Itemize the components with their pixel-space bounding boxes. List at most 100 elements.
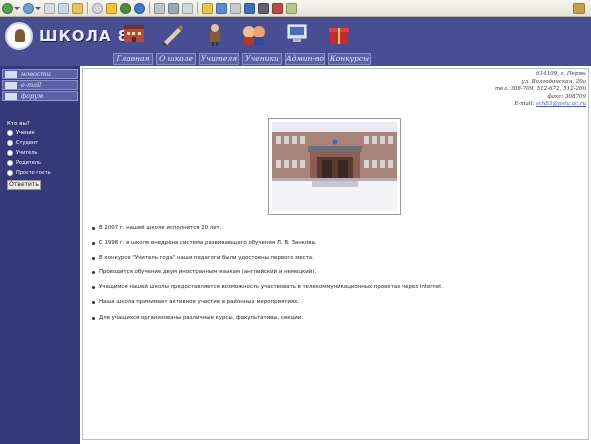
email-label: E-mail: — [514, 101, 535, 107]
list-item: Учащимся нашей школы предоставляется воз… — [92, 284, 443, 291]
nav-students[interactable]: Ученики — [242, 53, 282, 65]
email-link[interactable]: sch83@pstu.ac.ru — [536, 101, 586, 107]
radio-button[interactable] — [7, 160, 13, 166]
messenger-icon[interactable] — [216, 2, 227, 14]
list-item-text: С 1998 г. в школе внедрена система разви… — [99, 240, 317, 246]
folder-icon[interactable] — [202, 2, 213, 14]
filter-icon[interactable] — [230, 2, 241, 14]
bell-icon — [15, 29, 25, 42]
contact-block: 614109, г. Пермь ул. Волгодонская, 20а т… — [495, 71, 586, 109]
pen-icon[interactable] — [160, 22, 184, 46]
students-icon[interactable] — [242, 22, 266, 46]
calculator-icon[interactable] — [258, 2, 269, 14]
browser-window: { "site": { "logo_text": "ШКОЛА 83" }, "… — [0, 0, 591, 444]
radio-button[interactable] — [7, 150, 13, 156]
forward-icon[interactable] — [23, 2, 34, 14]
list-item: С 1998 г. в школе внедрена система разви… — [92, 240, 316, 247]
media-icon[interactable] — [120, 2, 131, 14]
favorites-icon[interactable] — [106, 2, 117, 14]
forward-dropdown-icon[interactable] — [35, 6, 41, 10]
bullet-icon — [92, 317, 95, 320]
bullet-icon — [92, 301, 95, 304]
bullet-icon — [92, 227, 95, 230]
radio-button[interactable] — [7, 170, 13, 176]
sidebar-item-label: новости — [21, 70, 51, 78]
bullet-icon — [92, 286, 95, 289]
bullet-icon — [92, 257, 95, 260]
history-icon[interactable] — [134, 2, 145, 14]
phone-line: тел. 308-709, 512-672, 512-260 — [494, 86, 586, 92]
list-item-text: Для учащихся организованы различные курс… — [99, 315, 303, 321]
mail-icon[interactable] — [154, 2, 165, 14]
sidebar-item-news[interactable]: новости — [2, 69, 78, 79]
list-item-text: Проводится обучение двум иностранным язы… — [99, 269, 317, 275]
poll-option-label: Ученик — [16, 130, 35, 136]
stop-icon[interactable] — [44, 2, 55, 14]
toolbar-separator — [87, 2, 88, 14]
sidebar-item-label: e-mail — [21, 81, 42, 89]
word-icon[interactable] — [244, 2, 255, 14]
gift-icon[interactable] — [327, 22, 351, 46]
school-photo-frame — [268, 118, 401, 215]
school-building-icon[interactable] — [122, 22, 146, 46]
radio-button[interactable] — [7, 130, 13, 136]
poll-submit-button[interactable]: Ответить — [7, 180, 41, 190]
poll-option-label: Студент — [16, 140, 39, 146]
list-item: В 2007 г. нашей школе исполнится 20 лет. — [92, 225, 221, 232]
poll-question: Кто вы? — [7, 121, 30, 127]
email-line: E-mail: sch83@pstu.ac.ru — [495, 101, 586, 109]
sidebar-item-email[interactable]: e-mail — [2, 80, 78, 90]
poll-option-pupil[interactable]: Ученик — [7, 129, 35, 137]
nav-teachers[interactable]: Учителя — [199, 53, 239, 65]
school-building-photo — [272, 122, 397, 211]
newspaper-icon — [5, 71, 17, 78]
list-item: Проводится обучение двум иностранным язы… — [92, 269, 316, 276]
list-item-text: Наша школа принимает активное участие в … — [99, 299, 300, 305]
people-icon[interactable] — [272, 2, 283, 14]
forum-icon — [5, 93, 17, 100]
list-item: Для учащихся организованы различные курс… — [92, 315, 303, 322]
list-item-text: Учащимся нашей школы предоставляется воз… — [99, 284, 443, 290]
teacher-icon[interactable] — [203, 22, 227, 46]
poll-option-label: Просто гость — [16, 170, 51, 176]
search-icon[interactable] — [92, 2, 103, 14]
nav-contests[interactable]: Конкурсы — [328, 53, 371, 65]
admin-icon[interactable] — [285, 22, 309, 46]
poll-option-teacher[interactable]: Учитель — [7, 149, 37, 157]
left-sidebar: новости e-mail форум Кто вы? Ученик Студ… — [0, 66, 80, 444]
school-logo[interactable] — [5, 22, 33, 50]
tools-icon[interactable] — [286, 2, 297, 14]
sidebar-item-forum[interactable]: форум — [2, 91, 78, 101]
poll-option-label: Родитель — [16, 160, 41, 166]
bullet-icon — [92, 242, 95, 245]
poll-option-label: Учитель — [16, 150, 38, 156]
back-icon[interactable] — [2, 2, 13, 14]
windows-logo-icon[interactable] — [573, 3, 585, 14]
poll-option-guest[interactable]: Просто гость — [7, 169, 51, 177]
edit-icon[interactable] — [182, 2, 193, 14]
browser-toolbar — [0, 0, 591, 17]
refresh-icon[interactable] — [58, 2, 69, 14]
list-item-text: В конкурсе "Учитель года" наши педагоги … — [99, 255, 314, 261]
home-icon[interactable] — [72, 2, 83, 14]
back-dropdown-icon[interactable] — [14, 6, 20, 10]
toolbar-separator — [197, 2, 198, 14]
poll-option-parent[interactable]: Родитель — [7, 159, 41, 167]
nav-about[interactable]: О школе — [156, 53, 196, 65]
radio-button[interactable] — [7, 140, 13, 146]
list-item-text: В 2007 г. нашей школе исполнится 20 лет. — [99, 225, 222, 231]
sidebar-item-label: форум — [21, 92, 44, 100]
envelope-icon — [5, 82, 17, 89]
site-header: ШКОЛА 83 Главная О школе Учителя Ученики… — [0, 17, 591, 66]
poll-option-student[interactable]: Студент — [7, 139, 38, 147]
nav-home[interactable]: Главная — [113, 53, 153, 65]
address-line: ул. Волгодонская, 20а — [521, 78, 586, 85]
bullet-icon — [92, 271, 95, 274]
list-item: Наша школа принимает активное участие в … — [92, 299, 299, 306]
nav-admin[interactable]: Админ-во — [285, 53, 325, 65]
toolbar-separator — [149, 2, 150, 14]
print-icon[interactable] — [168, 2, 179, 14]
address-line: 614109, г. Пермь — [536, 71, 586, 77]
list-item: В конкурсе "Учитель года" наши педагоги … — [92, 255, 314, 262]
fax-line: факс: 308709 — [547, 93, 586, 100]
